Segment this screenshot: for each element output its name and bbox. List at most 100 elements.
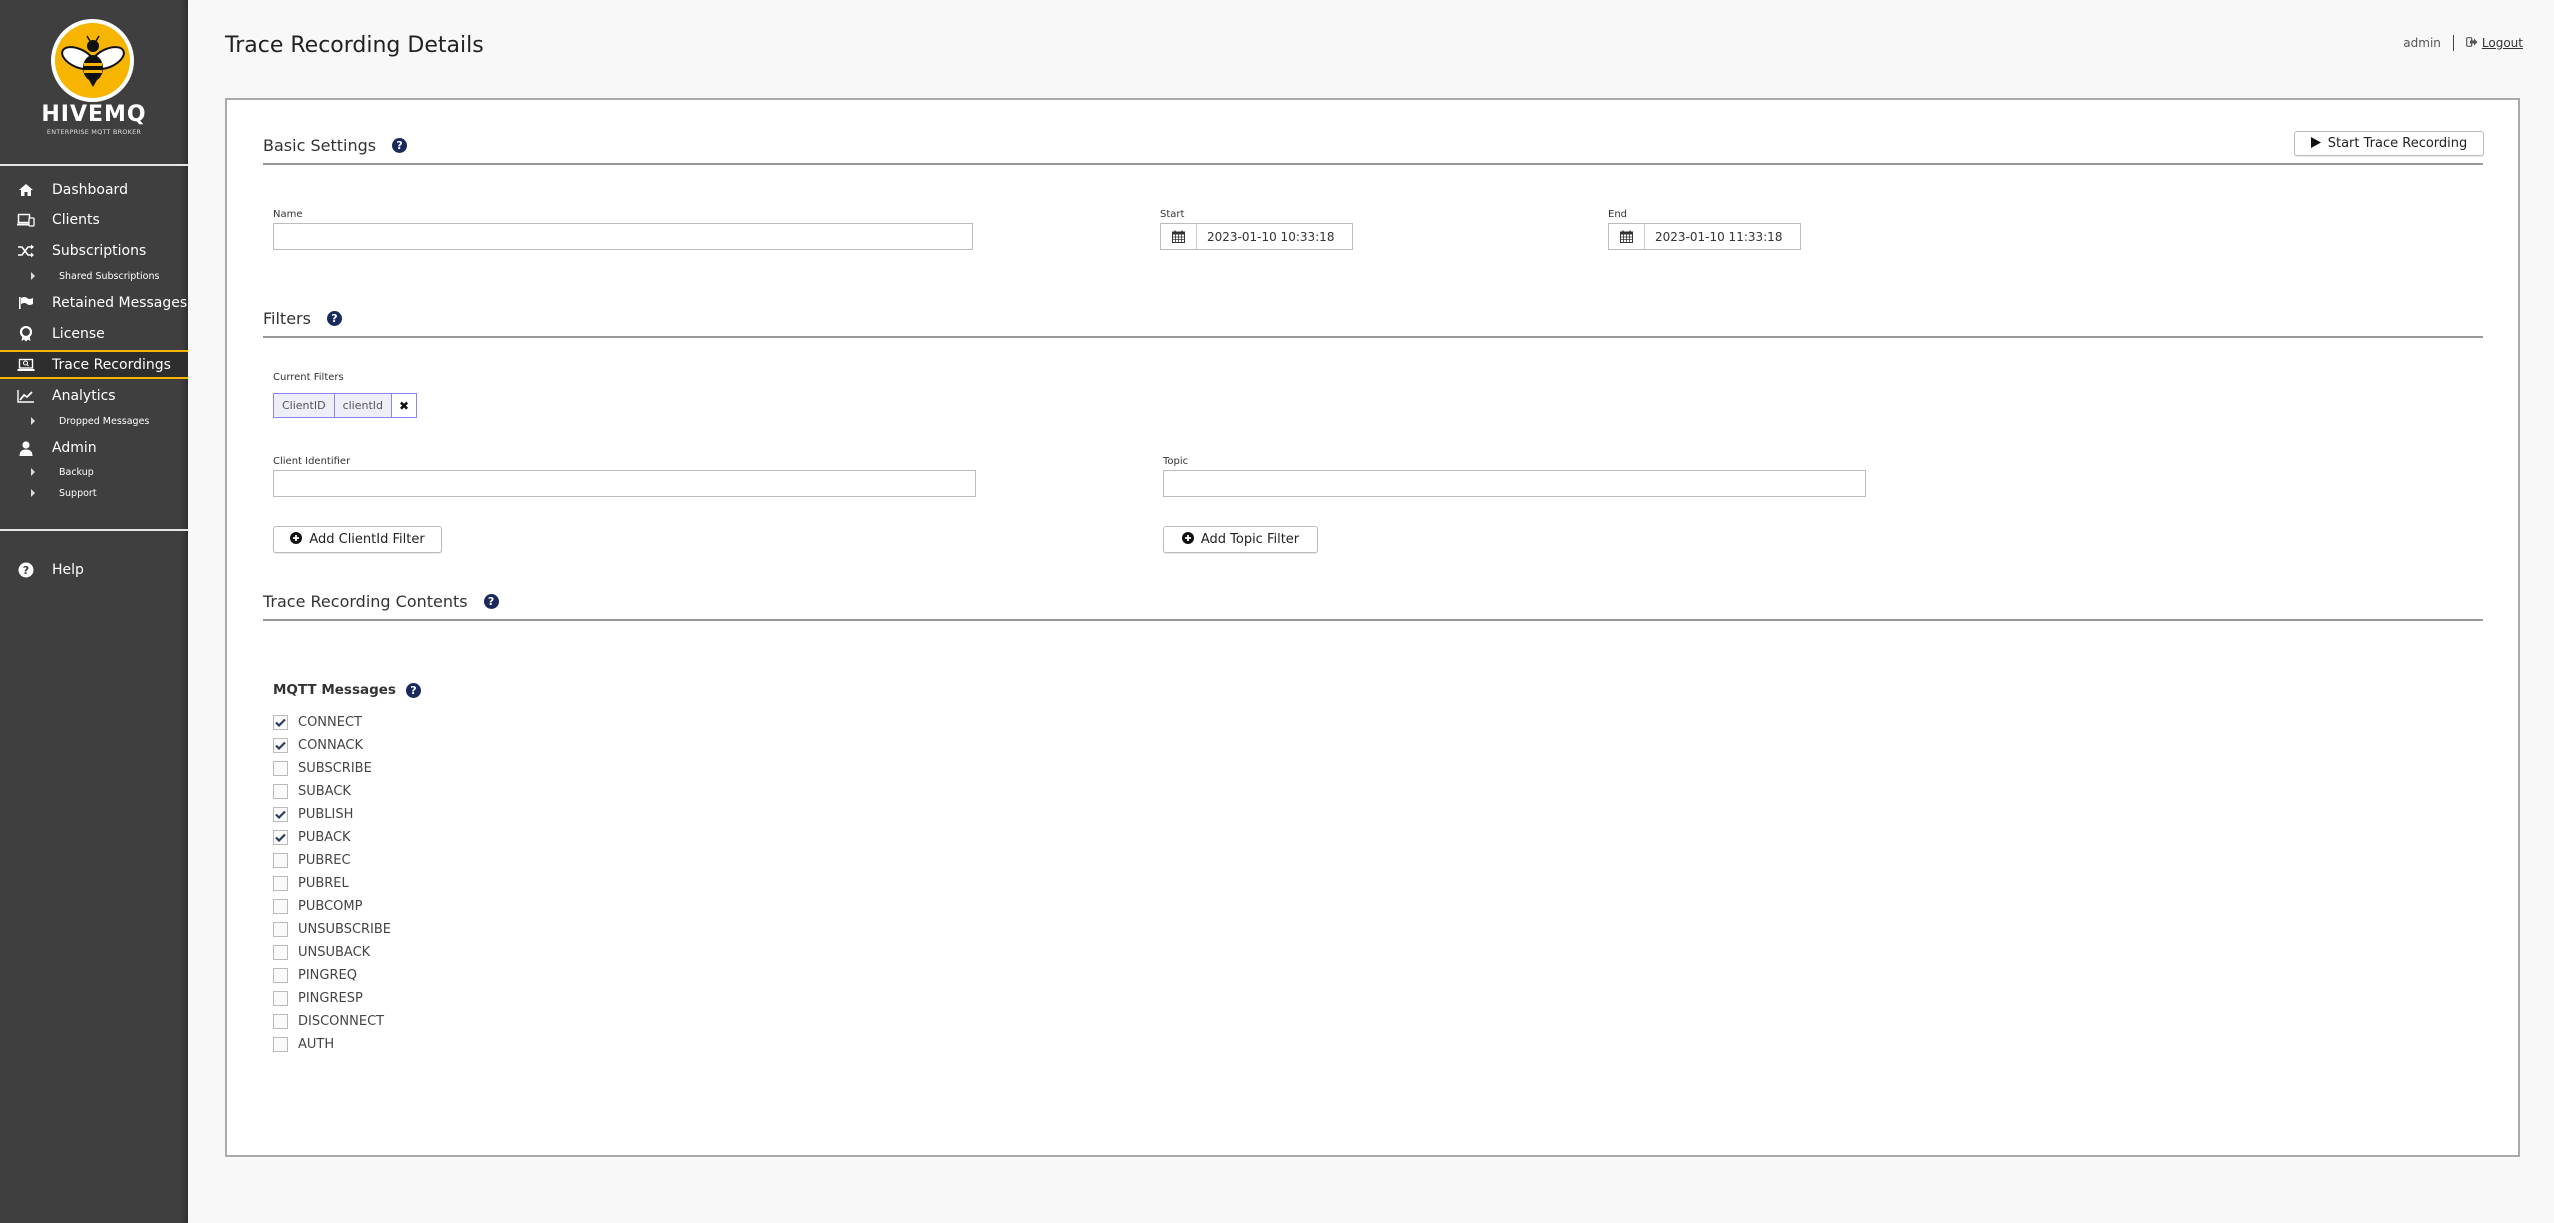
sidebar-item-dashboard[interactable]: Dashboard (0, 176, 188, 204)
sidebar-item-license[interactable]: License (0, 320, 188, 348)
mqtt-message-checkbox-unsuback[interactable]: UNSUBACK (273, 943, 370, 961)
start-label: Start (1160, 209, 1185, 220)
mqtt-message-checkbox-pubrel[interactable]: PUBREL (273, 874, 349, 892)
checkbox[interactable] (273, 806, 288, 822)
checkbox[interactable] (273, 829, 288, 845)
sidebar-subitem-label: Dropped Messages (59, 415, 150, 427)
checkbox-label: PUBLISH (298, 806, 354, 822)
mqtt-message-checkbox-unsubscribe[interactable]: UNSUBSCRIBE (273, 920, 391, 938)
sidebar-item-label: Subscriptions (52, 243, 147, 259)
name-input[interactable] (273, 223, 973, 250)
checkmark-icon (275, 833, 286, 842)
sidebar-item-label: Dashboard (52, 182, 128, 198)
checkbox-label: UNSUBSCRIBE (298, 921, 392, 937)
remove-filter-icon[interactable]: ✖ (392, 394, 417, 417)
sidebar: HIVEMQ ENTERPRISE MQTT BROKER Dashboard … (0, 0, 188, 1223)
line-chart-icon (17, 388, 35, 404)
mqtt-message-checkbox-connect[interactable]: CONNECT (273, 713, 362, 731)
help-icon[interactable]: ? (483, 594, 499, 609)
client-identifier-input[interactable] (273, 470, 976, 497)
help-icon[interactable]: ? (405, 682, 421, 698)
checkbox[interactable] (273, 760, 288, 776)
end-datetime-picker[interactable] (1608, 223, 1801, 250)
name-label: Name (273, 209, 303, 220)
sidebar-subitem-shared-subscriptions[interactable]: Shared Subscriptions (0, 267, 188, 285)
sidebar-item-admin[interactable]: Admin (0, 434, 188, 462)
subhead-text: MQTT Messages (273, 682, 396, 698)
checkbox[interactable] (273, 1036, 288, 1052)
mqtt-message-checkbox-pingresp[interactable]: PINGRESP (273, 989, 363, 1007)
calendar-icon[interactable] (1161, 224, 1197, 249)
checkbox[interactable] (273, 875, 288, 891)
sidebar-item-retained-messages[interactable]: Retained Messages (0, 289, 188, 317)
checkbox[interactable] (273, 852, 288, 868)
checkbox[interactable] (273, 898, 288, 914)
mqtt-message-checkbox-suback[interactable]: SUBACK (273, 782, 351, 800)
sidebar-item-label: Help (52, 562, 84, 578)
help-icon[interactable]: ? (392, 138, 408, 153)
sidebar-item-subscriptions[interactable]: Subscriptions (0, 237, 188, 265)
trace-recording-form: Basic Settings ? Start Trace Recording N… (225, 98, 2520, 1157)
add-topic-filter-button[interactable]: Add Topic Filter (1163, 526, 1318, 553)
help-icon[interactable]: ? (326, 311, 342, 326)
devices-icon (17, 212, 35, 228)
start-trace-recording-button[interactable]: Start Trace Recording (2294, 131, 2484, 156)
caret-right-icon (31, 417, 35, 425)
brand-name: HIVEMQ (41, 102, 147, 127)
hivemq-logo[interactable]: HIVEMQ ENTERPRISE MQTT BROKER (0, 0, 188, 163)
checkbox[interactable] (273, 944, 288, 960)
add-clientid-filter-button[interactable]: Add ClientId Filter (273, 526, 442, 553)
filter-chip-type: ClientID (274, 394, 335, 417)
checkbox-label: PUBACK (298, 829, 351, 845)
start-datetime-picker[interactable] (1160, 223, 1353, 250)
checkbox[interactable] (273, 714, 288, 730)
sidebar-item-label: Clients (52, 212, 100, 228)
basic-settings-heading: Basic Settings ? (263, 136, 408, 155)
checkbox-label: UNSUBACK (298, 944, 371, 960)
mqtt-message-checkbox-pubcomp[interactable]: PUBCOMP (273, 897, 362, 915)
sidebar-subitem-support[interactable]: Support (0, 484, 188, 502)
client-identifier-label: Client Identifier (273, 456, 351, 467)
mqtt-message-checkbox-publish[interactable]: PUBLISH (273, 805, 353, 823)
checkbox-label: PUBREL (298, 875, 349, 891)
sidebar-subitem-backup[interactable]: Backup (0, 463, 188, 481)
checkbox[interactable] (273, 967, 288, 983)
topic-input[interactable] (1163, 470, 1866, 497)
calendar-icon[interactable] (1609, 224, 1645, 249)
checkbox-label: PINGREQ (298, 967, 357, 983)
sidebar-subitem-dropped-messages[interactable]: Dropped Messages (0, 412, 188, 430)
sidebar-item-trace-recordings[interactable]: Trace Recordings (0, 350, 188, 379)
mqtt-message-checkbox-pingreq[interactable]: PINGREQ (273, 966, 357, 984)
checkbox[interactable] (273, 990, 288, 1006)
section-divider (263, 163, 2483, 165)
sign-out-icon (2466, 36, 2478, 50)
user-icon (17, 440, 35, 456)
mqtt-message-checkbox-subscribe[interactable]: SUBSCRIBE (273, 759, 372, 777)
section-divider (263, 619, 2483, 621)
play-icon (2310, 136, 2321, 151)
checkbox-label: AUTH (298, 1036, 335, 1052)
sidebar-item-help[interactable]: ? Help (0, 556, 188, 584)
button-label: Add Topic Filter (1200, 532, 1300, 547)
sidebar-item-label: License (52, 326, 105, 342)
logout-link[interactable]: Logout (2482, 36, 2523, 50)
mqtt-message-checkbox-connack[interactable]: CONNACK (273, 736, 363, 754)
checkbox[interactable] (273, 921, 288, 937)
mqtt-message-checkbox-auth[interactable]: AUTH (273, 1035, 334, 1053)
sidebar-item-clients[interactable]: Clients (0, 206, 188, 234)
start-datetime-input[interactable] (1197, 224, 1352, 249)
checkbox-label: CONNECT (298, 714, 362, 730)
checkbox[interactable] (273, 737, 288, 753)
flag-icon (17, 295, 35, 311)
filters-heading: Filters ? (263, 309, 342, 328)
checkbox[interactable] (273, 1013, 288, 1029)
mqtt-message-checkbox-disconnect[interactable]: DISCONNECT (273, 1012, 384, 1030)
topic-label: Topic (1163, 456, 1189, 467)
caret-right-icon (31, 489, 35, 497)
end-datetime-input[interactable] (1645, 224, 1800, 249)
mqtt-message-checkbox-pubrec[interactable]: PUBREC (273, 851, 351, 869)
checkbox[interactable] (273, 783, 288, 799)
sidebar-item-analytics[interactable]: Analytics (0, 382, 188, 410)
sidebar-divider (0, 164, 188, 166)
mqtt-message-checkbox-puback[interactable]: PUBACK (273, 828, 351, 846)
